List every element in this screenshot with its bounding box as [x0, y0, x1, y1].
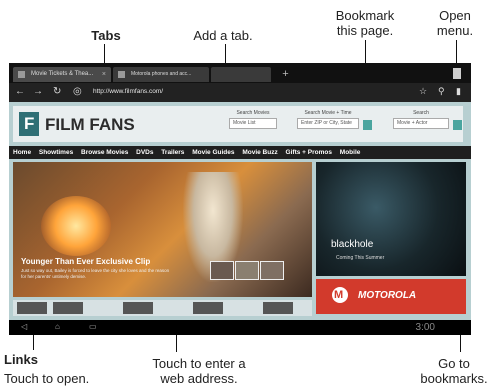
strip-thumbnail[interactable] — [123, 302, 153, 314]
forward-icon[interactable]: → — [33, 86, 43, 97]
nav-movie-buzz[interactable]: Movie Buzz — [242, 149, 277, 156]
tab-motorola[interactable]: Motorola phones and acc... — [113, 67, 209, 82]
nav-movie-guides[interactable]: Movie Guides — [192, 149, 234, 156]
links-callout-desc: Touch to open. — [4, 371, 90, 386]
logo-letter: F — [24, 114, 35, 133]
nav-trailers[interactable]: Trailers — [161, 149, 184, 156]
refresh-icon[interactable]: ↻ — [53, 86, 61, 97]
logo-text: FILM FANS — [45, 115, 135, 134]
back-nav-icon[interactable]: ◁ — [21, 322, 27, 331]
strip-thumbnail[interactable] — [53, 302, 83, 314]
hero-title: Younger Than Ever Exclusive Clip — [21, 257, 151, 266]
add-tab-callout: Add a tab. — [193, 28, 253, 43]
address-bar: ← → ↻ ◎ http://www.filmfans.com/ ☆ ⚲ ▮ — [9, 83, 471, 102]
tab-movie-tickets[interactable]: Movie Tickets & Thea... × — [13, 67, 111, 82]
site-nav: Home Showtimes Browse Movies DVDs Traile… — [9, 146, 471, 159]
ad-text: MOTOROLA — [358, 290, 417, 301]
favicon-icon — [118, 71, 125, 78]
system-bar: ◁ ⌂ ▭ 3:00 — [9, 320, 471, 335]
nav-home[interactable]: Home — [13, 149, 31, 156]
nav-mobile[interactable]: Mobile — [340, 149, 361, 156]
search-movie-time: Search Movie + Time Enter ZIP or City, S… — [297, 110, 359, 129]
search-movies-label: Search Movies — [236, 110, 270, 116]
new-tab-button[interactable]: + — [279, 68, 292, 81]
web-page: F FILM FANS Search Movies Movie List Sea… — [9, 102, 471, 320]
movie-list-select[interactable]: Movie List — [229, 118, 277, 129]
strip-thumbnail[interactable] — [263, 302, 293, 314]
promo-banner[interactable]: blackhole Coming This Summer — [316, 162, 466, 276]
back-icon[interactable]: ← — [15, 86, 25, 97]
menu-icon[interactable] — [453, 68, 461, 79]
clock: 3:00 — [415, 322, 435, 333]
nav-gifts-promos[interactable]: Gifts + Promos — [286, 149, 332, 156]
nav-showtimes[interactable]: Showtimes — [39, 149, 73, 156]
hero-fire-image — [41, 196, 111, 256]
nav-dvds[interactable]: DVDs — [136, 149, 153, 156]
search-label: Search — [413, 110, 429, 116]
search-movies: Search Movies Movie List — [229, 110, 277, 129]
search-actor: Search Movie + Actor — [393, 110, 449, 129]
search-time-label: Search Movie + Time — [304, 110, 352, 116]
open-menu-callout: Open menu. — [436, 8, 474, 38]
tablet-screen: Movie Tickets & Thea... × Motorola phone… — [9, 63, 471, 335]
hero-banner[interactable]: Younger Than Ever Exclusive Clip Just so… — [13, 162, 312, 297]
site-logo[interactable]: F — [19, 112, 39, 136]
url-field[interactable]: http://www.filmfans.com/ — [93, 88, 163, 95]
site-header: F FILM FANS Search Movies Movie List Sea… — [13, 106, 463, 142]
tab-label: Motorola phones and acc... — [131, 71, 192, 77]
go-button[interactable] — [363, 120, 372, 130]
star-icon[interactable]: ☆ — [419, 86, 427, 97]
strip-thumbnail[interactable] — [17, 302, 47, 314]
tabs-leader — [104, 44, 105, 64]
thumbnail-strip — [13, 300, 312, 316]
home-icon[interactable]: ⌂ — [55, 322, 60, 331]
motorola-logo-icon: M — [332, 287, 348, 303]
promo-title: blackhole — [331, 239, 374, 250]
bookmarks-callout: Go to bookmarks. — [420, 356, 488, 386]
strip-thumbnail[interactable] — [193, 302, 223, 314]
recent-apps-icon[interactable]: ▭ — [89, 322, 97, 331]
hero-thumbnail[interactable] — [235, 261, 259, 280]
motorola-ad[interactable]: M MOTOROLA — [316, 279, 466, 314]
hero-description: Just so way out, Bailey is forced to lea… — [21, 268, 170, 279]
tab-label: Movie Tickets & Thea... — [31, 71, 94, 77]
site-icon: ◎ — [73, 86, 82, 97]
bookmark-callout: Bookmark this page. — [335, 8, 395, 38]
search-icon[interactable]: ⚲ — [438, 86, 445, 97]
tabs-callout: Tabs — [91, 28, 121, 43]
ad-letter: M — [334, 289, 344, 301]
links-callout-title: Links — [4, 352, 38, 367]
go-button[interactable] — [453, 120, 462, 130]
promo-subtitle: Coming This Summer — [336, 255, 385, 261]
hero-thumbnail[interactable] — [210, 261, 234, 280]
favicon-icon — [18, 71, 25, 78]
zip-input[interactable]: Enter ZIP or City, State — [297, 118, 359, 129]
nav-browse-movies[interactable]: Browse Movies — [81, 149, 128, 156]
hero-thumbnail[interactable] — [260, 261, 284, 280]
tab-blank[interactable] — [211, 67, 271, 82]
tab-bar: Movie Tickets & Thea... × Motorola phone… — [9, 63, 471, 83]
close-tab-icon[interactable]: × — [102, 67, 106, 82]
add-tab-leader-v — [225, 44, 226, 65]
address-callout: Touch to enter a web address. — [152, 356, 246, 386]
bookmarks-icon[interactable]: ▮ — [456, 86, 461, 97]
movie-actor-select[interactable]: Movie + Actor — [393, 118, 449, 129]
